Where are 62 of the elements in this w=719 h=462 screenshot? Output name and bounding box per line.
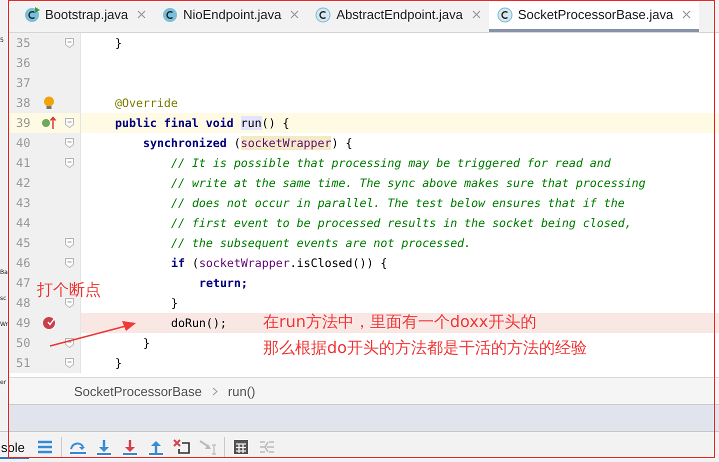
- breadcrumb-item[interactable]: SocketProcessorBase: [74, 384, 202, 398]
- class-run-icon: [24, 6, 40, 22]
- editor-tab[interactable]: NioEndpoint.java: [154, 0, 308, 32]
- line-number: 40: [15, 136, 32, 150]
- class-icon: [496, 6, 513, 22]
- line-number: 46: [15, 256, 32, 270]
- annotation-text: 打个断点: [37, 280, 101, 301]
- line-number: 41: [15, 156, 32, 170]
- code-line: }: [171, 296, 178, 310]
- code-line: // first event to be processed results in the socket being closed,: [171, 216, 632, 230]
- fold-icon[interactable]: [64, 258, 74, 268]
- code-line: @Override: [115, 96, 178, 110]
- fold-icon[interactable]: [64, 118, 74, 128]
- annotation-text: 在run方法中，里面有一个doxx开头的: [263, 312, 536, 333]
- fold-icon[interactable]: [64, 298, 74, 308]
- code-line: doRun();: [171, 316, 227, 330]
- code-line: // the subsequent events are not processed.: [171, 236, 472, 250]
- close-icon[interactable]: [682, 10, 692, 19]
- code-line: public final void run() {: [115, 116, 290, 130]
- line-number: 36: [15, 56, 32, 70]
- code-line: return;: [199, 276, 248, 290]
- fold-icon[interactable]: [64, 38, 74, 48]
- line-number: 43: [15, 196, 32, 210]
- fold-icon[interactable]: [64, 358, 74, 368]
- code-line: synchronized (socketWrapper) {: [143, 136, 352, 150]
- line-number: 39: [15, 116, 32, 130]
- close-icon[interactable]: [472, 10, 481, 19]
- lightbulb-icon[interactable]: [43, 96, 55, 110]
- line-number: 47: [15, 276, 32, 290]
- code-line: if (socketWrapper.isClosed()) {: [171, 256, 388, 270]
- fold-icon[interactable]: [64, 158, 74, 168]
- line-number: 35: [15, 36, 32, 50]
- chevron-icon: [212, 386, 218, 396]
- class-icon: [162, 6, 178, 22]
- drop-frame-icon[interactable]: [172, 437, 192, 457]
- line-number: 45: [15, 236, 32, 250]
- breakpoint-icon[interactable]: [42, 316, 56, 330]
- override-icon[interactable]: [41, 116, 57, 130]
- editor-tab[interactable]: SocketProcessorBase.java: [488, 0, 700, 32]
- close-icon[interactable]: [137, 10, 146, 19]
- annotation-text: 那么根据do开头的方法都是干活的方法的经验: [263, 338, 587, 359]
- fold-icon[interactable]: [64, 238, 74, 248]
- line-number: 51: [15, 356, 32, 370]
- code-line: }: [115, 36, 122, 50]
- code-line: }: [143, 336, 150, 350]
- line-number: 42: [15, 176, 32, 190]
- fold-icon[interactable]: [64, 138, 74, 148]
- line-number: 44: [15, 216, 32, 230]
- editor-tab[interactable]: AbstractEndpoint.java: [307, 0, 489, 32]
- code-line: // It is possible that processing may be triggered for read and: [171, 156, 611, 170]
- code-line: // does not occur in parallel. The test below ensures that if the: [171, 196, 625, 210]
- close-icon[interactable]: [290, 10, 300, 19]
- line-number: 49: [15, 316, 32, 330]
- breadcrumb-item[interactable]: run(): [228, 384, 256, 398]
- line-number: 37: [15, 76, 32, 90]
- line-number: 38: [15, 96, 32, 110]
- editor-tab[interactable]: Bootstrap.java: [16, 0, 154, 32]
- line-number: 50: [15, 336, 32, 350]
- class-icon: [315, 6, 332, 22]
- code-line: }: [115, 356, 122, 370]
- line-number: 48: [15, 296, 32, 310]
- code-line: // write at the same time. The sync above makes sure that processing: [171, 176, 646, 190]
